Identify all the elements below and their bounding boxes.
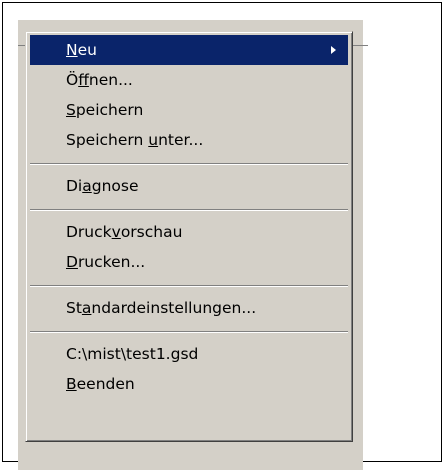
menu-item-label: C:\mist\test1.gsd xyxy=(66,345,199,363)
menu-item-label: Öffnen... xyxy=(66,71,133,89)
menu-item-diagnose[interactable]: Diagnose xyxy=(30,171,348,201)
menu-item-label: Speichern unter... xyxy=(66,131,204,149)
menu-item-label: Neu xyxy=(66,41,97,59)
menu-item-speichern-unter[interactable]: Speichern unter... xyxy=(30,125,348,155)
menu-item-label: Druckvorschau xyxy=(66,223,183,241)
menu-item-recent-file[interactable]: C:\mist\test1.gsd xyxy=(30,339,348,369)
menu-item-standardeinstellungen[interactable]: Standardeinstellungen... xyxy=(30,293,348,323)
menu-item-neu[interactable]: Neu xyxy=(30,35,348,65)
menu-item-label: Diagnose xyxy=(66,177,139,195)
menu-item-label: Speichern xyxy=(66,101,144,119)
file-menu: Neu Öffnen... Speichern Speichern unter.… xyxy=(25,31,353,442)
menu-separator xyxy=(30,285,348,287)
menu-separator xyxy=(30,331,348,333)
submenu-arrow-icon xyxy=(331,46,336,54)
menu-item-beenden[interactable]: Beenden xyxy=(30,369,348,399)
menu-item-druckvorschau[interactable]: Druckvorschau xyxy=(30,217,348,247)
menu-item-label: Beenden xyxy=(66,375,135,393)
menu-item-drucken[interactable]: Drucken... xyxy=(30,247,348,277)
menu-separator xyxy=(30,163,348,165)
menu-item-oeffnen[interactable]: Öffnen... xyxy=(30,65,348,95)
menu-item-label: Drucken... xyxy=(66,253,146,271)
menu-separator xyxy=(30,209,348,211)
menu-item-speichern[interactable]: Speichern xyxy=(30,95,348,125)
menu-item-label: Standardeinstellungen... xyxy=(66,299,257,317)
